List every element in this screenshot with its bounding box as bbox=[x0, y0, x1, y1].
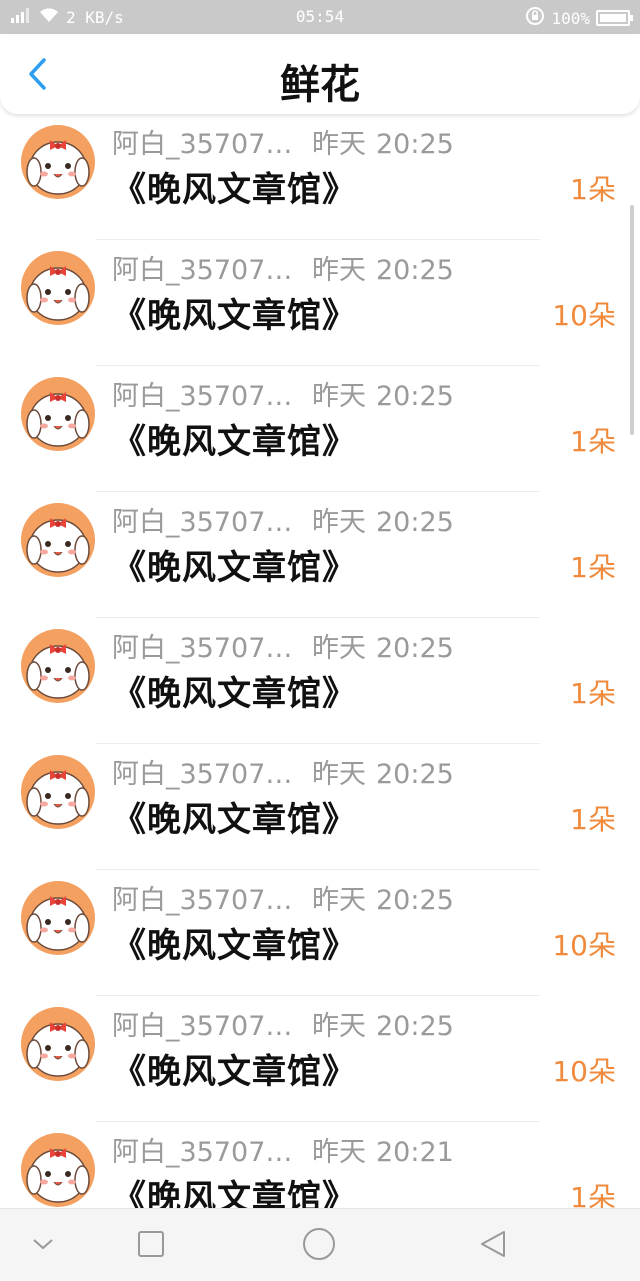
item-time: 20:21 bbox=[376, 1137, 454, 1168]
battery-icon bbox=[596, 10, 633, 26]
sender-name[interactable]: 阿白_35707… bbox=[112, 500, 312, 539]
item-time: 20:25 bbox=[376, 255, 454, 286]
nav-recents-button[interactable] bbox=[134, 1229, 168, 1263]
flower-count: 1朵 bbox=[570, 1181, 616, 1208]
battery-percent: 100% bbox=[551, 8, 590, 28]
system-nav-bar bbox=[0, 1208, 640, 1281]
item-time: 20:25 bbox=[376, 381, 454, 412]
item-date: 昨天 bbox=[312, 255, 366, 286]
item-date: 昨天 bbox=[312, 1011, 366, 1042]
work-title[interactable]: 《晚风文章馆》 bbox=[112, 666, 357, 715]
list-item[interactable]: 阿白_35707… 昨天 20:21 《晚风文章馆》 1朵 bbox=[0, 1122, 640, 1208]
item-date: 昨天 bbox=[312, 1137, 366, 1168]
avatar[interactable] bbox=[20, 1132, 96, 1208]
item-meta: 阿白_35707… 昨天 20:25 bbox=[112, 1004, 454, 1043]
status-bar: 2 KB/s 05:54 100% bbox=[0, 0, 640, 34]
flower-list[interactable]: 阿白_35707… 昨天 20:25 《晚风文章馆》 1朵 阿白_35707… 昨天 2… bbox=[0, 114, 640, 1208]
work-title[interactable]: 《晚风文章馆》 bbox=[112, 288, 357, 337]
avatar[interactable] bbox=[20, 376, 96, 452]
flower-count: 1朵 bbox=[570, 803, 616, 836]
avatar[interactable] bbox=[20, 502, 96, 578]
work-title[interactable]: 《晚风文章馆》 bbox=[112, 414, 357, 463]
sender-name[interactable]: 阿白_35707… bbox=[112, 1130, 312, 1169]
item-meta: 阿白_35707… 昨天 20:25 bbox=[112, 626, 454, 665]
nav-back-button[interactable] bbox=[476, 1229, 510, 1263]
item-meta: 阿白_35707… 昨天 20:25 bbox=[112, 122, 454, 161]
item-meta: 阿白_35707… 昨天 20:25 bbox=[112, 248, 454, 287]
item-date: 昨天 bbox=[312, 633, 366, 664]
item-date: 昨天 bbox=[312, 507, 366, 538]
item-meta: 阿白_35707… 昨天 20:25 bbox=[112, 500, 454, 539]
square-icon bbox=[137, 1230, 165, 1262]
app-header: 鲜花 bbox=[0, 34, 640, 114]
flower-count: 1朵 bbox=[570, 173, 616, 206]
item-meta: 阿白_35707… 昨天 20:25 bbox=[112, 374, 454, 413]
item-time: 20:25 bbox=[376, 885, 454, 916]
circle-icon bbox=[302, 1227, 336, 1265]
chevron-down-icon bbox=[31, 1236, 55, 1256]
item-date: 昨天 bbox=[312, 885, 366, 916]
sender-name[interactable]: 阿白_35707… bbox=[112, 374, 312, 413]
nav-home-button[interactable] bbox=[302, 1227, 336, 1265]
item-time: 20:25 bbox=[376, 129, 454, 160]
flower-count: 10朵 bbox=[552, 929, 616, 962]
avatar[interactable] bbox=[20, 124, 96, 200]
item-time: 20:25 bbox=[376, 759, 454, 790]
item-time: 20:25 bbox=[376, 633, 454, 664]
flower-count: 1朵 bbox=[570, 551, 616, 584]
list-item[interactable]: 阿白_35707… 昨天 20:25 《晚风文章馆》 1朵 bbox=[0, 114, 640, 240]
item-time: 20:25 bbox=[376, 1011, 454, 1042]
list-item[interactable]: 阿白_35707… 昨天 20:25 《晚风文章馆》 10朵 bbox=[0, 870, 640, 996]
list-item[interactable]: 阿白_35707… 昨天 20:25 《晚风文章馆》 1朵 bbox=[0, 618, 640, 744]
status-right: 100% bbox=[525, 6, 633, 30]
sender-name[interactable]: 阿白_35707… bbox=[112, 878, 312, 917]
sender-name[interactable]: 阿白_35707… bbox=[112, 122, 312, 161]
list-item[interactable]: 阿白_35707… 昨天 20:25 《晚风文章馆》 1朵 bbox=[0, 492, 640, 618]
item-meta: 阿白_35707… 昨天 20:25 bbox=[112, 878, 454, 917]
item-meta: 阿白_35707… 昨天 20:21 bbox=[112, 1130, 454, 1169]
list-item[interactable]: 阿白_35707… 昨天 20:25 《晚风文章馆》 10朵 bbox=[0, 996, 640, 1122]
sender-name[interactable]: 阿白_35707… bbox=[112, 752, 312, 791]
work-title[interactable]: 《晚风文章馆》 bbox=[112, 1170, 357, 1208]
list-item[interactable]: 阿白_35707… 昨天 20:25 《晚风文章馆》 1朵 bbox=[0, 366, 640, 492]
work-title[interactable]: 《晚风文章馆》 bbox=[112, 792, 357, 841]
list-item[interactable]: 阿白_35707… 昨天 20:25 《晚风文章馆》 1朵 bbox=[0, 744, 640, 870]
item-date: 昨天 bbox=[312, 129, 366, 160]
item-date: 昨天 bbox=[312, 381, 366, 412]
work-title[interactable]: 《晚风文章馆》 bbox=[112, 162, 357, 211]
item-meta: 阿白_35707… 昨天 20:25 bbox=[112, 752, 454, 791]
sender-name[interactable]: 阿白_35707… bbox=[112, 1004, 312, 1043]
avatar[interactable] bbox=[20, 1006, 96, 1082]
avatar[interactable] bbox=[20, 880, 96, 956]
avatar[interactable] bbox=[20, 754, 96, 830]
page-title: 鲜花 bbox=[280, 62, 360, 108]
triangle-back-icon bbox=[478, 1229, 508, 1263]
item-time: 20:25 bbox=[376, 507, 454, 538]
sender-name[interactable]: 阿白_35707… bbox=[112, 626, 312, 665]
flower-count: 10朵 bbox=[552, 1055, 616, 1088]
flower-count: 1朵 bbox=[570, 677, 616, 710]
avatar[interactable] bbox=[20, 628, 96, 704]
work-title[interactable]: 《晚风文章馆》 bbox=[112, 918, 357, 967]
sender-name[interactable]: 阿白_35707… bbox=[112, 248, 312, 287]
item-date: 昨天 bbox=[312, 759, 366, 790]
avatar[interactable] bbox=[20, 250, 96, 326]
flower-count: 1朵 bbox=[570, 425, 616, 458]
list-item[interactable]: 阿白_35707… 昨天 20:25 《晚风文章馆》 10朵 bbox=[0, 240, 640, 366]
flower-count: 10朵 bbox=[552, 299, 616, 332]
nav-collapse-button[interactable] bbox=[26, 1229, 60, 1263]
rotation-lock-icon bbox=[525, 6, 545, 30]
work-title[interactable]: 《晚风文章馆》 bbox=[112, 540, 357, 589]
scrollbar[interactable] bbox=[630, 205, 634, 435]
work-title[interactable]: 《晚风文章馆》 bbox=[112, 1044, 357, 1093]
